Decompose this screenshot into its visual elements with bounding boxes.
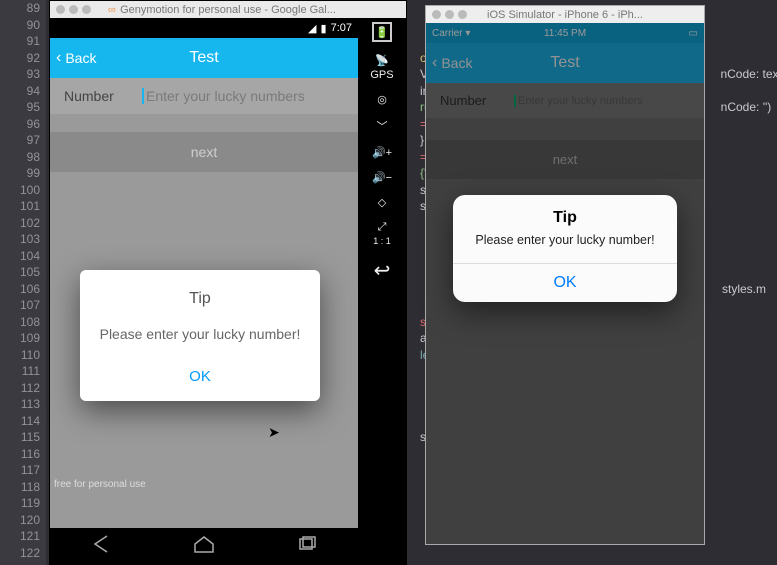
alert-title: Tip bbox=[90, 290, 310, 308]
line-number: 90 bbox=[0, 17, 46, 34]
alert-title: Tip bbox=[453, 195, 677, 233]
volume-down-icon[interactable]: 🔊− bbox=[372, 171, 392, 184]
camera-tool-icon[interactable]: ◎ bbox=[377, 93, 387, 106]
line-number: 94 bbox=[0, 83, 46, 100]
scale-tool-icon[interactable]: ⤢1 : 1 bbox=[373, 221, 391, 246]
back-tool-icon[interactable]: ↩ bbox=[374, 258, 391, 283]
line-number: 109 bbox=[0, 330, 46, 347]
line-number: 111 bbox=[0, 363, 46, 380]
android-status-bar: ◢ ▮ 7:07 bbox=[50, 18, 358, 38]
code-frag: } bbox=[420, 133, 424, 147]
signal-icon: ◢ bbox=[308, 22, 316, 35]
alert-ok-button[interactable]: OK bbox=[453, 264, 677, 302]
nav-home-icon[interactable] bbox=[192, 534, 216, 559]
line-number: 120 bbox=[0, 512, 46, 529]
line-number: 121 bbox=[0, 528, 46, 545]
line-number: 122 bbox=[0, 545, 46, 562]
gps-label: GPS bbox=[370, 69, 393, 81]
line-number: 101 bbox=[0, 198, 46, 215]
line-number: 116 bbox=[0, 446, 46, 463]
next-button[interactable]: next bbox=[50, 132, 358, 172]
chevron-down-icon[interactable]: ﹀ bbox=[377, 118, 388, 134]
cursor-icon: ➤ bbox=[268, 424, 280, 441]
volume-up-icon[interactable]: 🔊+ bbox=[372, 146, 392, 159]
line-number: 107 bbox=[0, 297, 46, 314]
android-window-titlebar[interactable]: ∞ Genymotion for personal use - Google G… bbox=[50, 1, 406, 18]
line-number: 97 bbox=[0, 132, 46, 149]
editor-gutter: 8990919293949596979899100101102103104105… bbox=[0, 0, 46, 565]
nav-recent-icon[interactable] bbox=[295, 534, 319, 559]
alert-message: Please enter your lucky number! bbox=[90, 326, 310, 342]
alert-dialog: Tip Please enter your lucky number! OK ➤ bbox=[80, 270, 320, 401]
watermark: free for personal use bbox=[50, 477, 150, 492]
line-number: 115 bbox=[0, 429, 46, 446]
number-input[interactable]: Enter your lucky numbers bbox=[142, 88, 305, 104]
line-number: 92 bbox=[0, 50, 46, 67]
line-number: 106 bbox=[0, 281, 46, 298]
line-number: 89 bbox=[0, 0, 46, 17]
android-emulator-window: ∞ Genymotion for personal use - Google G… bbox=[49, 0, 407, 565]
battery-tool-icon[interactable]: 🔋 bbox=[372, 22, 392, 42]
number-field-row[interactable]: Number Enter your lucky numbers bbox=[50, 78, 358, 114]
line-number: 103 bbox=[0, 231, 46, 248]
status-time: 7:07 bbox=[331, 22, 352, 34]
nav-back-icon[interactable] bbox=[89, 534, 113, 559]
ios-simulator-window: iOS Simulator - iPhone 6 - iPh... Carrie… bbox=[425, 5, 705, 545]
line-number: 98 bbox=[0, 149, 46, 166]
line-number: 99 bbox=[0, 165, 46, 182]
line-number: 93 bbox=[0, 66, 46, 83]
alert-dialog: Tip Please enter your lucky number! OK bbox=[453, 195, 677, 302]
page-title: Test bbox=[50, 49, 358, 67]
gps-tool-icon[interactable]: 📡GPS bbox=[370, 54, 393, 81]
line-number: 102 bbox=[0, 215, 46, 232]
code-frag: nCode: tex bbox=[720, 67, 777, 81]
number-field-label: Number bbox=[64, 88, 128, 104]
line-number: 100 bbox=[0, 182, 46, 199]
line-number: 118 bbox=[0, 479, 46, 496]
line-number: 112 bbox=[0, 380, 46, 397]
line-number: 104 bbox=[0, 248, 46, 265]
ios-window-title: iOS Simulator - iPhone 6 - iPh... bbox=[426, 9, 704, 21]
line-number: 91 bbox=[0, 33, 46, 50]
android-device-screen: ◢ ▮ 7:07 ‹ Back Test Number Enter your l… bbox=[50, 18, 358, 564]
android-window-title: Genymotion for personal use - Google Gal… bbox=[50, 4, 406, 16]
app-content: Number Enter your lucky numbers next Tip… bbox=[50, 78, 358, 528]
alert-message: Please enter your lucky number! bbox=[453, 233, 677, 263]
code-frag: nCode: '') bbox=[721, 100, 772, 114]
line-number: 108 bbox=[0, 314, 46, 331]
line-number: 96 bbox=[0, 116, 46, 133]
app-header: ‹ Back Test bbox=[50, 38, 358, 78]
line-number: 119 bbox=[0, 495, 46, 512]
line-number: 105 bbox=[0, 264, 46, 281]
alert-ok-button[interactable]: OK bbox=[90, 368, 310, 385]
battery-icon: ▮ bbox=[321, 22, 327, 35]
code-frag: styles.m bbox=[722, 282, 766, 296]
line-number: 95 bbox=[0, 99, 46, 116]
rotate-tool-icon[interactable]: ◇ bbox=[378, 196, 386, 209]
android-nav-bar bbox=[50, 528, 358, 564]
line-number: 110 bbox=[0, 347, 46, 364]
ios-device-screen: Carrier ▾ 11:45 PM ▭ ‹ Back Test Number … bbox=[426, 23, 704, 544]
line-number: 113 bbox=[0, 396, 46, 413]
scale-label: 1 : 1 bbox=[373, 236, 391, 246]
line-number: 117 bbox=[0, 462, 46, 479]
ios-window-titlebar[interactable]: iOS Simulator - iPhone 6 - iPh... bbox=[426, 6, 704, 23]
emulator-sidebar: 🔋 📡GPS ◎ ﹀ 🔊+ 🔊− ◇ ⤢1 : 1 ↩ bbox=[358, 18, 406, 564]
line-number: 114 bbox=[0, 413, 46, 430]
